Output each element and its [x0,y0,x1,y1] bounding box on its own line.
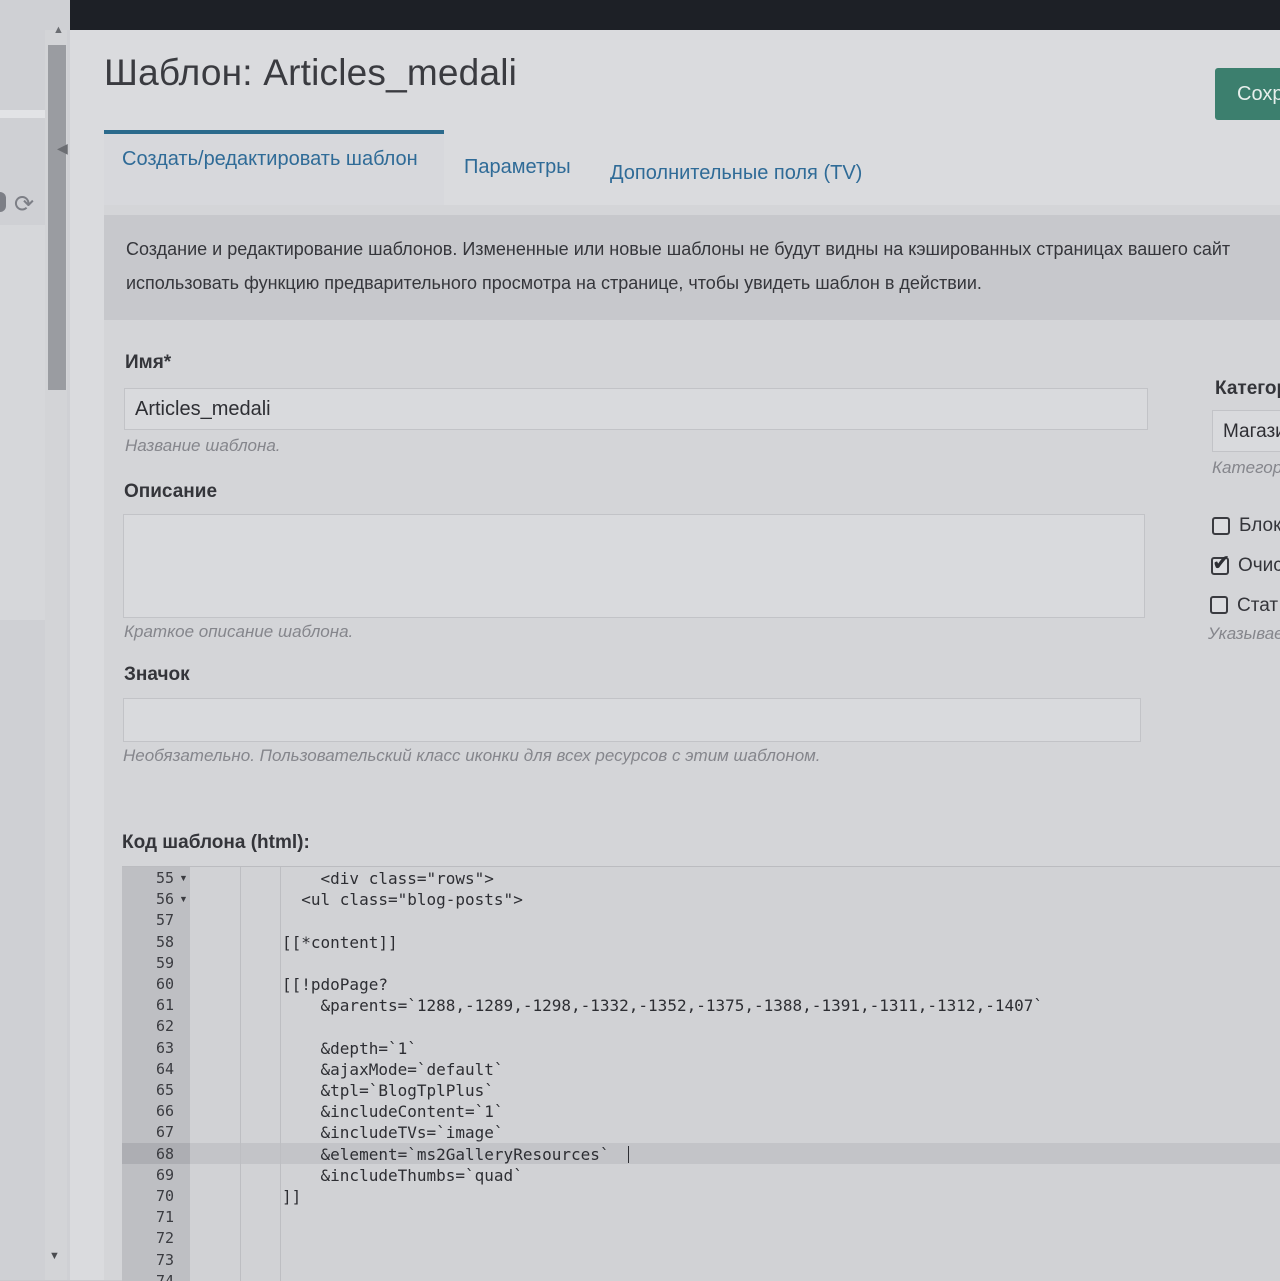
icon-field[interactable] [123,698,1141,742]
intro-text: Создание и редактирование шаблонов. Изме… [126,239,1231,293]
indent-guide [240,867,241,1281]
code-line[interactable]: &parents=`1288,-1289,-1298,-1332,-1352,-… [282,996,1043,1015]
checkbox-clear-label: Очис [1238,555,1280,576]
line-number: 57 [155,911,174,930]
code-line[interactable]: [[*content]] [282,933,398,952]
line-number: 61 [155,996,174,1015]
active-tab-background [104,130,444,216]
left-panel-band [0,110,45,118]
code-line[interactable]: &ajaxMode=`default` [282,1060,504,1079]
category-label: Категор [1215,378,1280,399]
icon-hint: Необязательно. Пользовательский класс ик… [123,746,821,765]
scroll-down-icon[interactable]: ▼ [49,1250,60,1262]
refresh-icon[interactable]: ⟳ [14,190,34,219]
line-number: 63 [155,1038,174,1057]
tab-tv-fields[interactable]: Дополнительные поля (TV) [610,162,862,185]
description-field[interactable] [123,514,1145,618]
scroll-up-icon[interactable]: ▲ [53,24,64,36]
line-number: 64 [155,1059,174,1078]
right-hint: Указывае [1208,624,1280,643]
page-title: Шаблон: Articles_medali [104,52,518,93]
description-label: Описание [124,481,218,502]
save-button[interactable]: Сохр [1215,68,1280,120]
code-line[interactable]: <ul class="blog-posts"> [282,890,523,909]
line-number: 65 [155,1081,174,1099]
name-hint: Название шаблона. [125,436,281,455]
checkbox-static[interactable] [1210,596,1228,614]
code-line[interactable]: [[!pdoPage? [282,975,388,994]
line-number: 59 [155,953,174,972]
line-number: 68 [155,1144,174,1163]
code-line[interactable]: ]] [282,1187,301,1206]
checkbox-static-label: Стат [1237,595,1279,616]
tab-parameters[interactable]: Параметры [464,156,571,179]
line-number: 72 [155,1229,174,1248]
line-number: 69 [155,1165,174,1184]
tab-edit-template[interactable]: Создать/редактировать шаблон [122,148,418,171]
left-panel-band [0,225,45,620]
category-hint: Категор [1212,458,1280,477]
code-line[interactable]: &includeContent=`1` [282,1102,504,1121]
checkbox-lock-label: Блок [1239,515,1280,536]
icon-label: Значок [124,664,190,685]
checkbox-lock[interactable] [1212,517,1230,535]
code-line[interactable]: &includeThumbs=`quad` [282,1166,523,1185]
fold-arrow-icon[interactable]: ▼ [179,873,188,883]
indent-guide [280,867,281,1281]
line-number: 58 [155,932,174,951]
code-line[interactable]: <div class="rows"> [282,869,494,888]
code-line[interactable]: &depth=`1` [282,1039,417,1058]
name-field[interactable] [124,388,1148,430]
left-panel-icon[interactable] [0,192,6,212]
text-cursor [628,1146,629,1163]
line-number: 70 [155,1187,174,1205]
name-label: Имя* [125,352,172,373]
code-line[interactable]: &includeTVs=`image` [282,1123,504,1142]
fold-arrow-icon[interactable]: ▼ [179,894,188,904]
code-label: Код шаблона (html): [122,832,310,853]
line-number: 73 [155,1250,174,1269]
category-select[interactable]: Магази [1212,410,1280,452]
line-number: 55 [155,869,174,887]
collapse-arrow-icon[interactable]: ◀ [57,140,68,157]
scrollbar-thumb[interactable] [48,45,66,390]
line-number: 56 [155,890,174,909]
line-number: 67 [155,1123,174,1142]
line-number: 60 [155,975,174,993]
line-number: 62 [155,1017,174,1036]
code-line[interactable]: &tpl=`BlogTplPlus` [282,1081,494,1100]
line-number: 71 [155,1208,174,1227]
code-editor[interactable]: 55 ▼ <div class="rows"> 56 ▼ <ul class="blo… [122,866,1280,1281]
code-line[interactable]: &element=`ms2GalleryResources` [282,1145,610,1164]
checkmark-icon: ✔ [1212,550,1231,575]
description-hint: Краткое описание шаблона. [124,622,354,641]
line-number: 66 [155,1102,174,1121]
